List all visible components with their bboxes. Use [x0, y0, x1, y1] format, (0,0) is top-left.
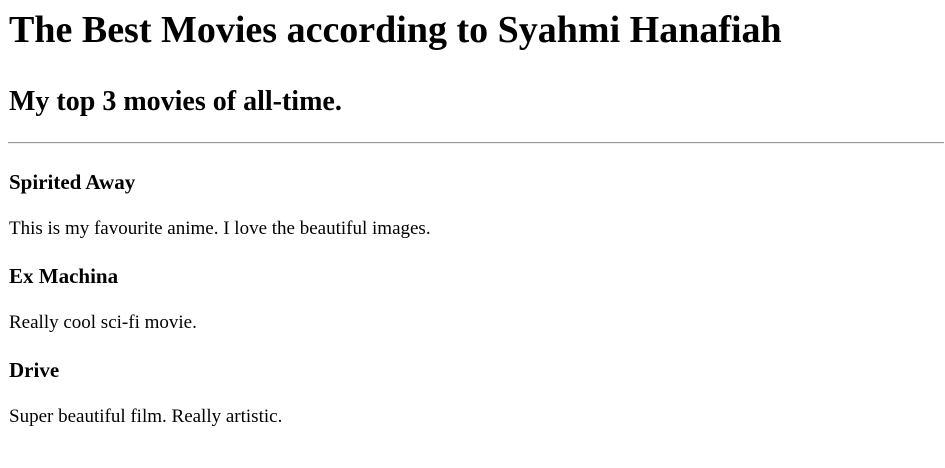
movie-title: Drive	[9, 358, 60, 382]
page-content: The Best Movies according to Syahmi Hana…	[0, 8, 945, 429]
movie-description: This is my favourite anime. I love the b…	[9, 218, 431, 239]
movie-item-ex-machina: Ex Machina Really cool sci-fi movie.	[9, 264, 945, 335]
page-title: The Best Movies according to Syahmi Hana…	[9, 9, 782, 51]
movie-item-drive: Drive Super beautiful film. Really artis…	[9, 358, 945, 429]
page-subtitle: My top 3 movies of all-time.	[9, 86, 342, 117]
movie-description: Super beautiful film. Really artistic.	[9, 406, 283, 427]
movie-item-spirited-away: Spirited Away This is my favourite anime…	[9, 170, 945, 241]
divider	[8, 142, 944, 144]
movie-title: Spirited Away	[9, 170, 136, 194]
movie-description: Really cool sci-fi movie.	[9, 312, 197, 333]
movie-title: Ex Machina	[9, 264, 119, 288]
